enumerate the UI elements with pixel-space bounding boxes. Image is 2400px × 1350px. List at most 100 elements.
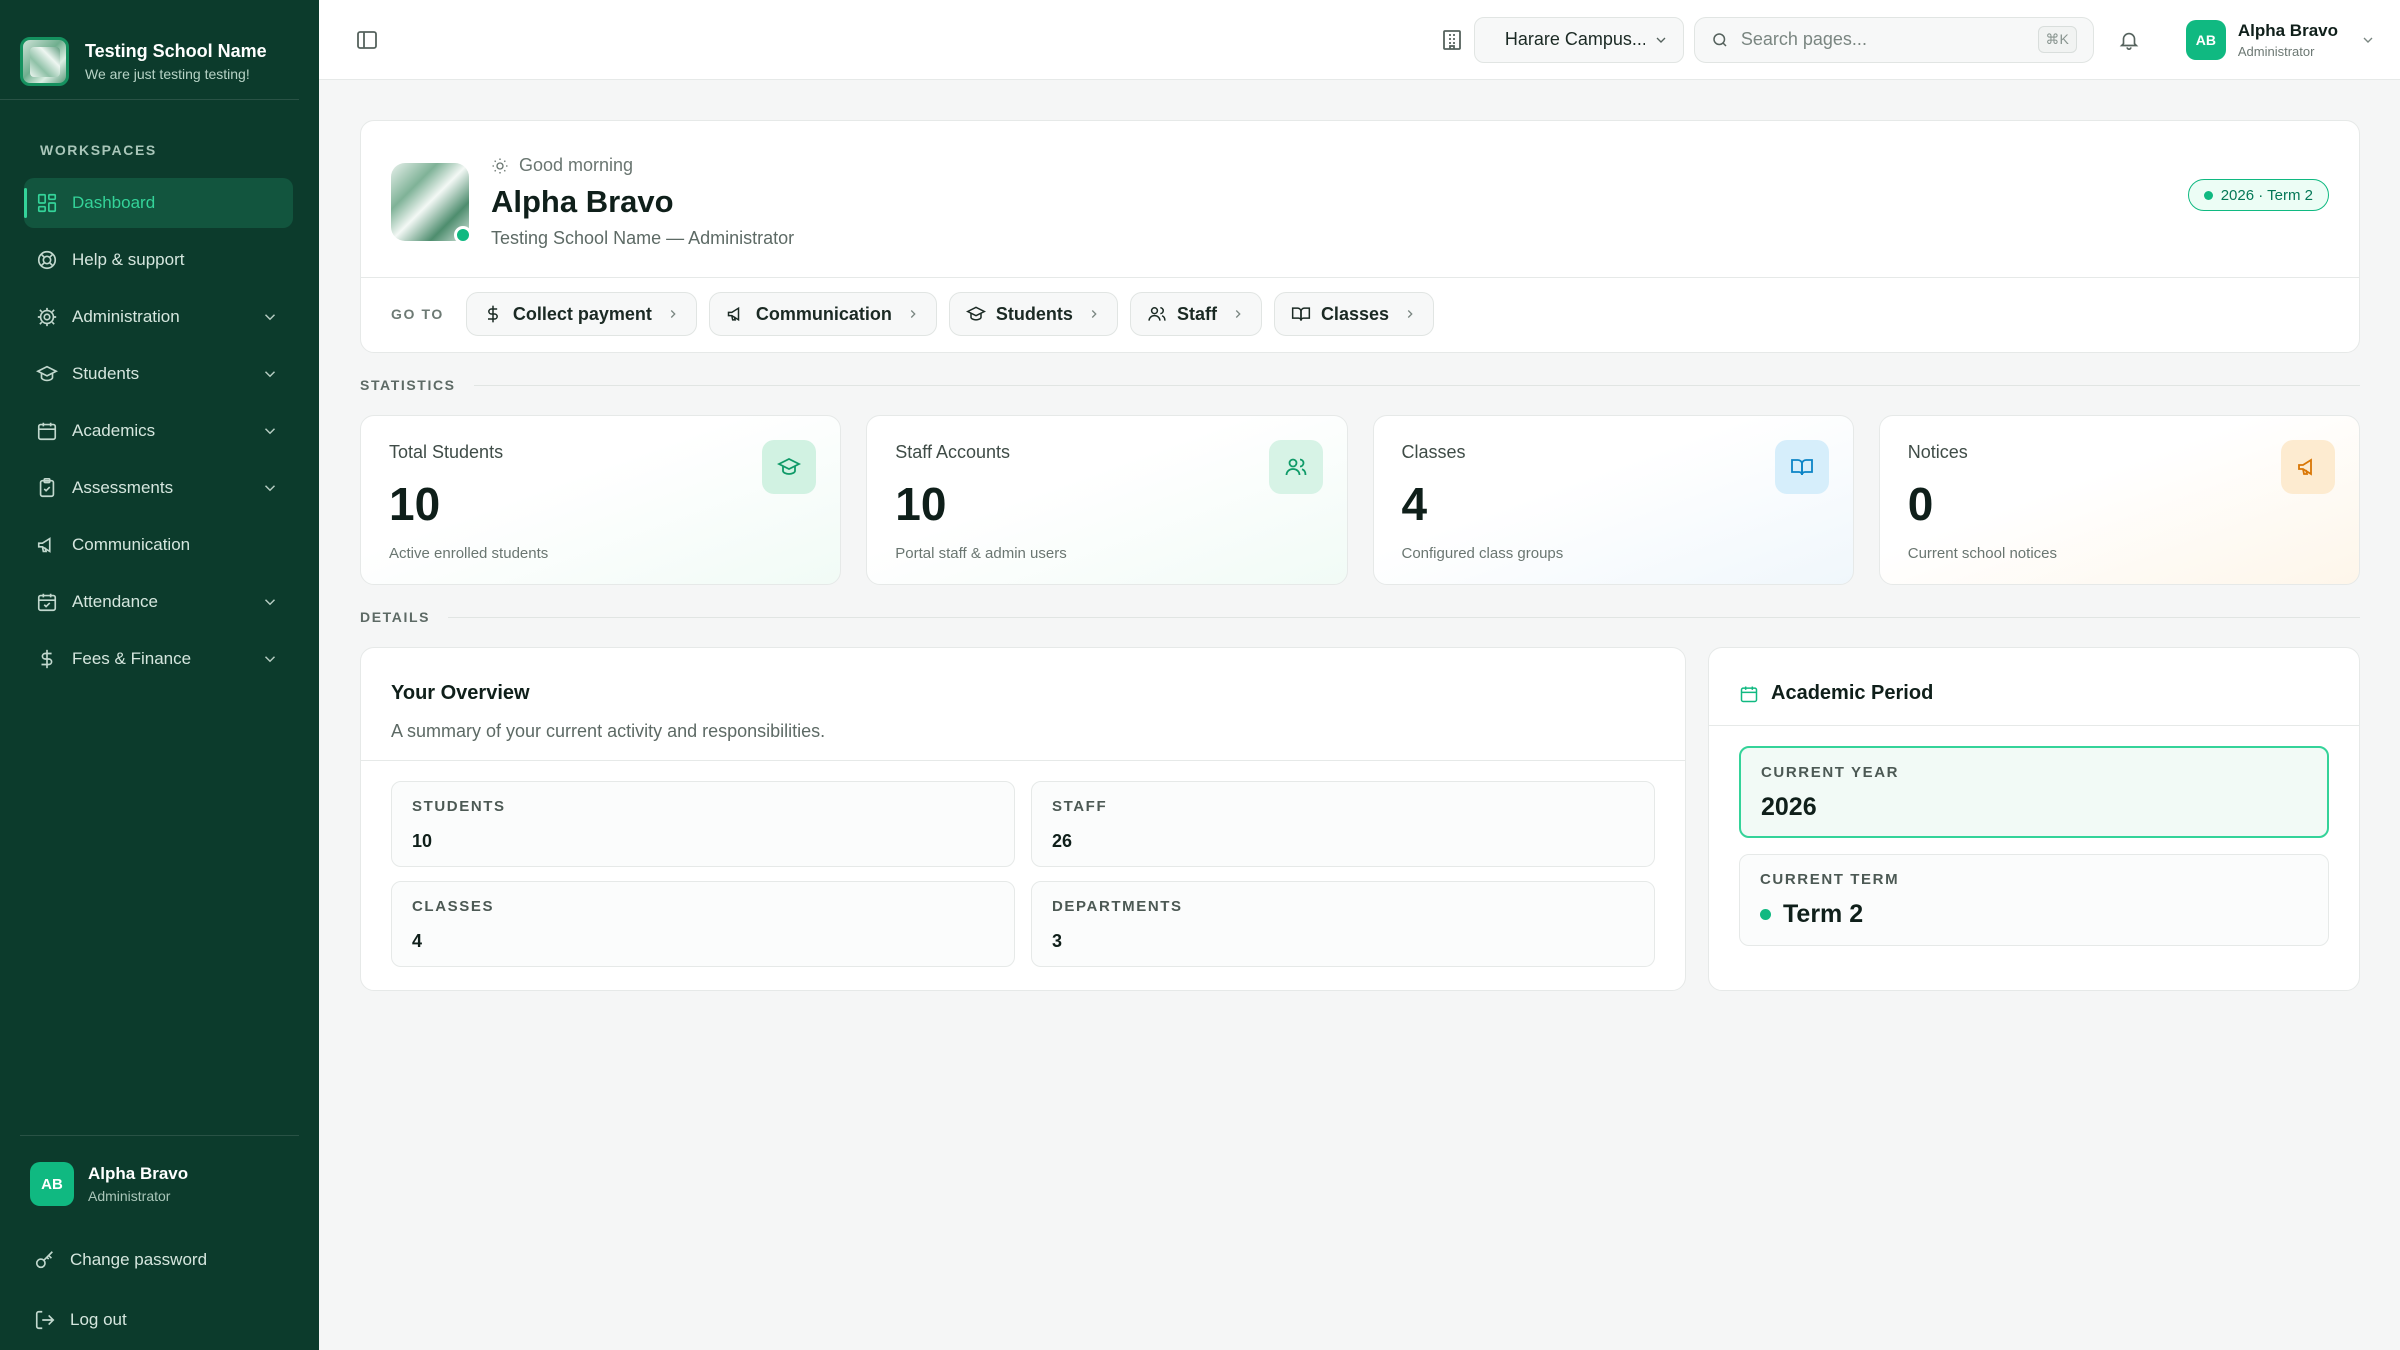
current-term-value: Term 2 [1783, 900, 1864, 928]
sidebar-item-label: Dashboard [72, 193, 156, 212]
brand[interactable]: Testing School Name We are just testing … [0, 0, 299, 100]
user-name: Alpha Bravo [88, 1164, 189, 1183]
logout-icon [34, 1309, 56, 1331]
search-input[interactable]: Search pages... ⌘K [1693, 16, 2094, 63]
statistics-section-label: STATISTICS [360, 377, 2360, 393]
current-term-box: CURRENT TERM Term 2 [1739, 854, 2329, 946]
user-name: Alpha Bravo [2237, 20, 2338, 40]
calendar-icon [36, 420, 58, 442]
chevron-down-icon [261, 365, 279, 383]
overview-cell-staff: STAFF 26 [1031, 781, 1655, 867]
users-icon [1147, 304, 1167, 324]
academic-period-card: Academic Period CURRENT YEAR 2026 CURREN… [1708, 647, 2360, 991]
book-open-icon [1774, 440, 1829, 494]
details-section: Your Overview A summary of your current … [360, 647, 2360, 991]
quick-links: GO TO Collect payment Communication Stud… [361, 278, 2359, 352]
calendar-check-icon [36, 591, 58, 613]
chip-label: Classes [1320, 303, 1389, 324]
sidebar-footer: AB Alpha Bravo Administrator Change pass… [0, 1135, 319, 1350]
school-logo [20, 37, 69, 86]
overview-cell-classes: CLASSES 4 [391, 881, 1015, 967]
goto-label: GO TO [391, 306, 444, 322]
dollar-icon [483, 304, 503, 324]
sidebar-item-label: Attendance [72, 592, 159, 611]
campus-select[interactable]: Harare Campus... [1473, 16, 1684, 63]
communication-button[interactable]: Communication [708, 292, 937, 336]
logout-link[interactable]: Log out [0, 1290, 319, 1350]
search-icon [1711, 31, 1729, 49]
stat-value: 4 [1401, 478, 1428, 530]
overview-cell-key: CLASSES [412, 898, 495, 915]
sidebar-item-administration[interactable]: Administration [24, 292, 293, 342]
staff-button[interactable]: Staff [1129, 292, 1262, 336]
stat-card-staff-accounts[interactable]: Staff Accounts 10 Portal staff & admin u… [866, 415, 1348, 585]
welcome-card: Good morning Alpha Bravo Testing School … [360, 120, 2360, 353]
sidebar-item-help[interactable]: Help & support [24, 235, 293, 285]
sidebar-user-card[interactable]: AB Alpha Bravo Administrator [20, 1135, 299, 1230]
stat-label: Classes [1401, 442, 1466, 462]
megaphone-icon [36, 534, 58, 556]
term-badge: 2026 · Term 2 [2187, 179, 2329, 211]
chip-label: Students [995, 303, 1073, 324]
statistics-cards: Total Students 10 Active enrolled studen… [360, 415, 2360, 585]
search-shortcut-badge: ⌘K [2037, 26, 2077, 53]
welcome-subtitle: Testing School Name — Administrator [491, 228, 795, 248]
users-icon [1268, 440, 1323, 494]
user-role: Administrator [88, 1188, 171, 1204]
user-menu[interactable]: AB Alpha Bravo Administrator [2185, 19, 2376, 60]
chevron-down-icon [2360, 32, 2376, 48]
chevron-down-icon [261, 650, 279, 668]
sidebar-toggle-icon[interactable] [355, 28, 379, 52]
clipboard-check-icon [36, 477, 58, 499]
notification-bell-icon[interactable] [2118, 29, 2140, 51]
sidebar-item-fees-finance[interactable]: Fees & Finance [24, 634, 293, 684]
overview-subtitle: A summary of your current activity and r… [391, 721, 826, 741]
change-password-link[interactable]: Change password [0, 1230, 319, 1290]
sidebar-item-attendance[interactable]: Attendance [24, 577, 293, 627]
classes-button[interactable]: Classes [1273, 292, 1434, 336]
topbar: Harare Campus... Search pages... ⌘K AB A… [319, 0, 2400, 80]
section-label-text: DETAILS [360, 609, 431, 625]
greeting-text: Good morning [519, 155, 634, 175]
sidebar: Testing School Name We are just testing … [0, 0, 319, 1350]
school-name: Testing School Name [85, 41, 267, 61]
stat-label: Total Students [389, 442, 504, 462]
calendar-icon [1739, 684, 1759, 704]
chevron-right-icon [1231, 307, 1245, 321]
overview-cell-students: STUDENTS 10 [391, 781, 1015, 867]
stat-value: 0 [1907, 478, 1934, 530]
chevron-down-icon [261, 593, 279, 611]
sidebar-item-label: Communication [72, 535, 191, 554]
stat-card-notices[interactable]: Notices 0 Current school notices [1878, 415, 2360, 585]
stat-caption: Configured class groups [1401, 545, 1564, 562]
sidebar-item-students[interactable]: Students [24, 349, 293, 399]
stat-card-classes[interactable]: Classes 4 Configured class groups [1372, 415, 1854, 585]
students-button[interactable]: Students [948, 292, 1118, 336]
key-icon [34, 1249, 56, 1271]
overview-cell-departments: DEPARTMENTS 3 [1031, 881, 1655, 967]
chip-label: Communication [755, 303, 892, 324]
graduation-cap-icon [762, 440, 817, 494]
profile-picture [391, 163, 472, 244]
chevron-right-icon [666, 307, 680, 321]
sidebar-item-academics[interactable]: Academics [24, 406, 293, 456]
overview-cell-value: 3 [1052, 931, 1063, 951]
stat-card-total-students[interactable]: Total Students 10 Active enrolled studen… [360, 415, 842, 585]
stat-value: 10 [895, 478, 947, 530]
sidebar-item-assessments[interactable]: Assessments [24, 463, 293, 513]
sun-icon [491, 157, 509, 175]
chip-label: Staff [1176, 303, 1217, 324]
collect-payment-button[interactable]: Collect payment [465, 292, 697, 336]
overview-title: Your Overview [391, 682, 530, 704]
sidebar-item-label: Academics [72, 421, 156, 440]
online-status-dot [454, 226, 472, 244]
stat-caption: Current school notices [1907, 545, 2057, 562]
sidebar-item-dashboard[interactable]: Dashboard [24, 178, 293, 228]
sidebar-item-communication[interactable]: Communication [24, 520, 293, 570]
chevron-down-icon [261, 479, 279, 497]
chevron-right-icon [906, 307, 920, 321]
chevron-down-icon [261, 308, 279, 326]
overview-cell-value: 26 [1052, 831, 1073, 851]
stat-value: 10 [389, 478, 441, 530]
current-year-label: CURRENT YEAR [1761, 764, 1900, 781]
